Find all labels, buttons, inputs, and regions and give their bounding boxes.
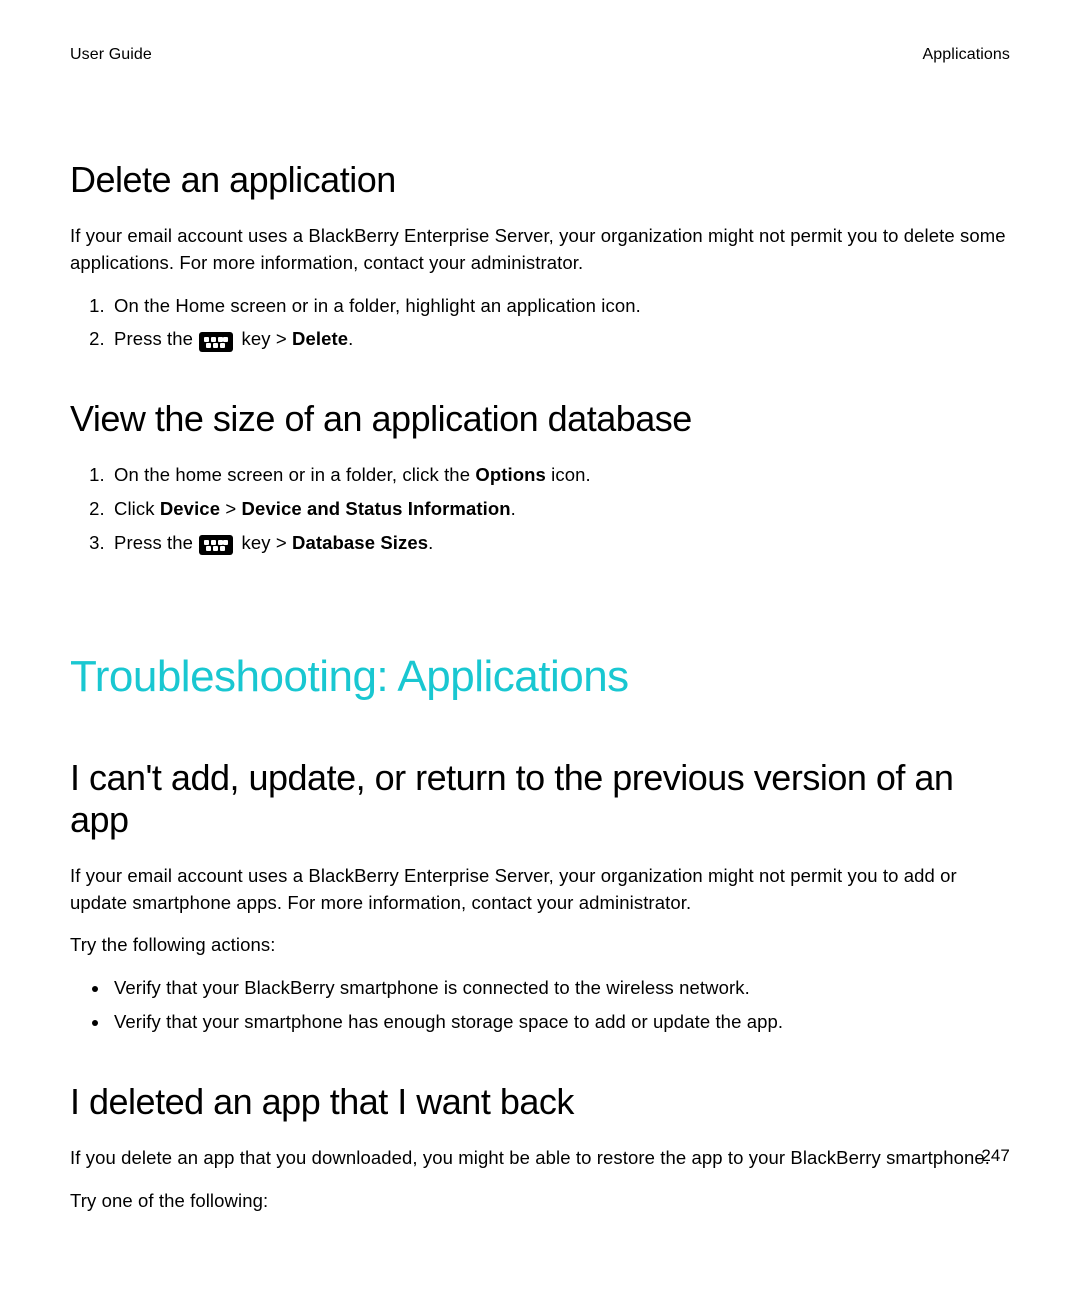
bold-text: Device bbox=[160, 498, 220, 519]
unordered-list: Verify that your BlackBerry smartphone i… bbox=[70, 975, 1010, 1036]
bold-text: Database Sizes bbox=[292, 532, 428, 553]
page-header: User Guide Applications bbox=[70, 46, 1010, 64]
bold-text: Delete bbox=[292, 328, 348, 349]
list-item: Press the key > Delete. bbox=[110, 326, 1010, 353]
ordered-list: On the Home screen or in a folder, highl… bbox=[70, 293, 1010, 354]
list-item: On the home screen or in a folder, click… bbox=[110, 462, 1010, 489]
list-item: On the Home screen or in a folder, highl… bbox=[110, 293, 1010, 320]
heading-view-size: View the size of an application database bbox=[70, 398, 1010, 440]
bold-text: Device and Status Information bbox=[241, 498, 510, 519]
ordered-list: On the home screen or in a folder, click… bbox=[70, 462, 1010, 556]
blackberry-menu-key-icon bbox=[199, 535, 233, 555]
header-left: User Guide bbox=[70, 46, 152, 64]
blackberry-menu-key-icon bbox=[199, 332, 233, 352]
paragraph: Try one of the following: bbox=[70, 1188, 1010, 1215]
heading-cant-add: I can't add, update, or return to the pr… bbox=[70, 757, 1010, 841]
heading-troubleshooting: Troubleshooting: Applications bbox=[70, 652, 1010, 702]
paragraph: If you delete an app that you downloaded… bbox=[70, 1145, 1010, 1172]
heading-deleted-app: I deleted an app that I want back bbox=[70, 1081, 1010, 1123]
list-item: Verify that your smartphone has enough s… bbox=[110, 1009, 1010, 1036]
list-item: Press the key > Database Sizes. bbox=[110, 530, 1010, 557]
heading-delete-an-application: Delete an application bbox=[70, 159, 1010, 201]
header-right: Applications bbox=[923, 46, 1010, 64]
paragraph: Try the following actions: bbox=[70, 932, 1010, 959]
paragraph: If your email account uses a BlackBerry … bbox=[70, 223, 1010, 277]
paragraph: If your email account uses a BlackBerry … bbox=[70, 863, 1010, 917]
page-number: 247 bbox=[981, 1146, 1010, 1166]
list-item: Verify that your BlackBerry smartphone i… bbox=[110, 975, 1010, 1002]
list-item: Click Device > Device and Status Informa… bbox=[110, 496, 1010, 523]
bold-text: Options bbox=[475, 464, 546, 485]
